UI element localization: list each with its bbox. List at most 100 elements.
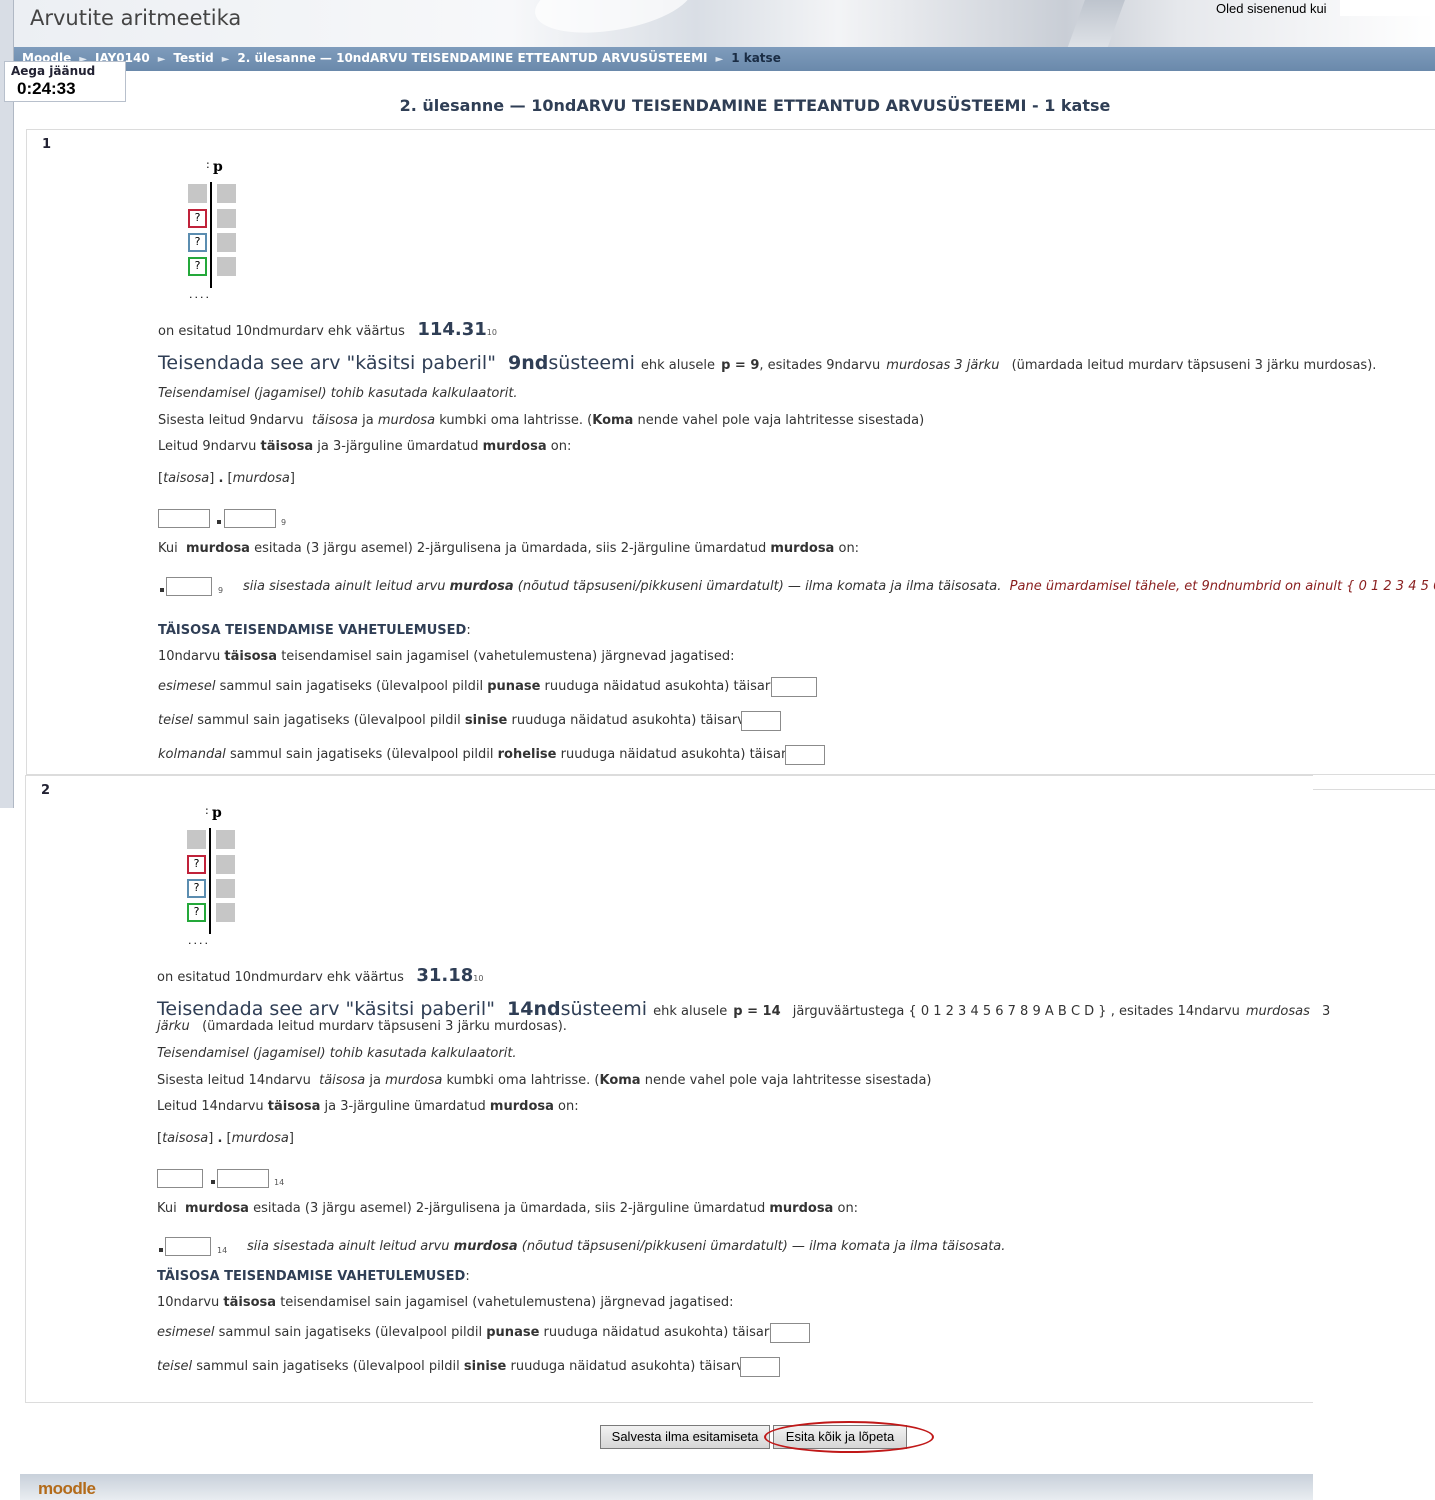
steps-intro: 10ndarvu täisosa teisendamisel sain jaga…: [157, 1295, 733, 1310]
format-murdosa: murdosa: [232, 471, 290, 486]
site-title[interactable]: Arvutite aritmeetika: [30, 6, 241, 30]
step-row: teisel sammul sain jagatiseks (ülevalpoo…: [158, 713, 758, 728]
diagram-dots: ....: [188, 934, 210, 947]
kui-text: on:: [837, 1201, 859, 1216]
given-value-base: 10: [473, 974, 484, 983]
kui-murdosa: murdosa: [769, 1201, 834, 1216]
step-color: punase: [486, 1325, 540, 1340]
step-text: ruuduga näidatud asukohta) täisarvu:: [511, 713, 758, 728]
step-color: punase: [487, 679, 541, 694]
enter-ja: ja: [369, 1073, 381, 1088]
diagram-divider-line: [210, 182, 212, 288]
task-ehk: ehk alusele: [653, 1004, 728, 1019]
format-hint: [taisosa] . [murdosa]: [157, 1131, 294, 1146]
diagram-red-box: ?: [187, 855, 206, 874]
answer-base-label: 9: [281, 518, 287, 527]
page-title: 2. ülesanne — 10ndARVU TEISENDAMINE ETTE…: [399, 96, 1111, 115]
integer-part-input[interactable]: [157, 1169, 203, 1188]
hint-text: siia sisestada ainult leitud arvu: [247, 1239, 450, 1254]
step-row: esimesel sammul sain jagatiseks (ülevalp…: [157, 1325, 790, 1340]
given-value: 31.18: [416, 965, 474, 986]
kui-text: on:: [838, 541, 860, 556]
calculator-note: Teisendamisel (jagamisel) tohib kasutada…: [158, 386, 518, 401]
step-1-input[interactable]: [770, 1323, 810, 1343]
step-text: ruuduga näidatud asukohta) täisarvu:: [544, 679, 791, 694]
found-murdosa: murdosa: [482, 439, 547, 454]
diagram-cell: [187, 830, 206, 849]
division-diagram: : p ? ? ? ....: [186, 158, 246, 308]
login-info: Oled sisenenud kui: [1216, 1, 1327, 16]
question-number: 2: [41, 783, 51, 798]
hint-text: (nõutud täpsuseni/pikkuseni ümardatult) …: [521, 1239, 1006, 1254]
left-frame-rule: [0, 0, 14, 808]
task-line: Teisendada see arv "käsitsi paberil" 9nd…: [158, 352, 1376, 374]
breadcrumb-item-quiz[interactable]: 2. ülesanne — 10ndARVU TEISENDAMINE ETTE…: [237, 51, 707, 65]
enter-instructions: Sisesta leitud 14ndarvu täisosa ja murdo…: [157, 1073, 931, 1088]
decimal-point-icon: [159, 1248, 163, 1252]
kui-text: esitada (3 järgu asemel) 2-järgulisena j…: [254, 541, 767, 556]
fraction-part-input[interactable]: [217, 1169, 269, 1188]
rounded-hint: siia sisestada ainult leitud arvu murdos…: [243, 579, 1435, 594]
rounded-fraction-input[interactable]: [166, 577, 212, 596]
step-2-input[interactable]: [740, 1357, 780, 1377]
step-2-input[interactable]: [741, 711, 781, 731]
rounding-question: Kui murdosa esitada (3 järgu asemel) 2-j…: [157, 1201, 858, 1216]
division-diagram: : p ? ? ? ....: [185, 804, 245, 954]
moodle-logo[interactable]: moodle: [38, 1479, 96, 1499]
decimal-point-icon: [217, 520, 221, 524]
task-main: Teisendada see arv "käsitsi paberil": [157, 998, 495, 1020]
question-number: 1: [42, 137, 52, 152]
enter-murdosa: murdosa: [385, 1073, 443, 1088]
enter-text: Sisesta leitud 9ndarvu: [158, 413, 304, 428]
enter-text: nende vahel pole vaja lahtritesse sisest…: [644, 1073, 932, 1088]
given-label: on esitatud 10ndmurdarv ehk väärtus: [157, 970, 404, 985]
step-text: sammul sain jagatiseks (ülevalpool pildi…: [229, 747, 494, 762]
task-line: Teisendada see arv "käsitsi paberil" 14n…: [157, 998, 1330, 1020]
step-text: sammul sain jagatiseks (ülevalpool pildi…: [219, 679, 484, 694]
steps-intro-text: 10ndarvu: [158, 649, 221, 664]
fraction-part-input[interactable]: [224, 509, 276, 528]
task-ehk: ehk alusele: [640, 358, 716, 373]
kui-text: esitada (3 järgu asemel) 2-järgulisena j…: [253, 1201, 766, 1216]
task-system-rest: süsteemi: [548, 352, 635, 374]
task-tail: järguväärtustega { 0 1 2 3 4 5 6 7 8 9 A…: [792, 1004, 1240, 1019]
kui-murdosa: murdosa: [185, 1201, 249, 1216]
integer-part-input[interactable]: [158, 509, 210, 528]
enter-koma: Koma: [599, 1073, 641, 1088]
task-base: p = 9: [721, 358, 760, 373]
diagram-red-box: ?: [188, 209, 207, 228]
diagram-base-label: p: [213, 159, 223, 175]
step-text: sammul sain jagatiseks (ülevalpool pildi…: [218, 1325, 483, 1340]
format-taisosa: taisosa: [162, 1131, 209, 1146]
enter-koma: Koma: [592, 413, 634, 428]
task-system-rest: süsteemi: [560, 998, 648, 1020]
step-1-input[interactable]: [771, 677, 817, 697]
diagram-cell: [217, 257, 236, 276]
breadcrumb: Moodle ► IAY0140 ► Testid ► 2. ülesanne — 10nd…: [22, 51, 781, 65]
task-round: (ümardada leitud murdarv täpsuseni 3 jär…: [202, 1019, 567, 1034]
hint-text: siia sisestada ainult leitud arvu: [243, 579, 446, 594]
steps-intro-taisosa: täisosa: [224, 649, 278, 664]
steps-title-colon: :: [465, 1269, 470, 1284]
footer-bar: [20, 1474, 1313, 1500]
given-value-base: 10: [486, 328, 497, 337]
breadcrumb-separator-icon: ►: [157, 54, 166, 65]
highlight-ring: [764, 1421, 934, 1453]
format-murdosa: murdosa: [231, 1131, 289, 1146]
enter-taisosa: täisosa: [311, 413, 358, 428]
step-3-input[interactable]: [785, 745, 825, 765]
step-color: sinise: [464, 713, 508, 728]
breadcrumb-item-tests[interactable]: Testid: [173, 51, 213, 65]
task-line-continued: järku (ümardada leitud murdarv täpsuseni…: [157, 1019, 567, 1034]
save-without-submit-button[interactable]: Salvesta ilma esitamiseta: [600, 1425, 770, 1449]
diagram-green-box: ?: [188, 257, 207, 276]
header-decoration: [1059, 0, 1129, 47]
format-hint: [taisosa] . [murdosa]: [158, 471, 295, 486]
step-color: rohelise: [497, 747, 557, 762]
task-main: Teisendada see arv "käsitsi paberil": [158, 352, 496, 374]
task-jarku: järku: [157, 1019, 190, 1034]
steps-title: TÄISOSA TEISENDAMISE VAHETULEMUSED:: [158, 623, 471, 638]
rounded-fraction-input[interactable]: [165, 1237, 211, 1256]
step-text: sammul sain jagatiseks (ülevalpool pildi…: [196, 1359, 460, 1374]
kui-murdosa: murdosa: [186, 541, 250, 556]
